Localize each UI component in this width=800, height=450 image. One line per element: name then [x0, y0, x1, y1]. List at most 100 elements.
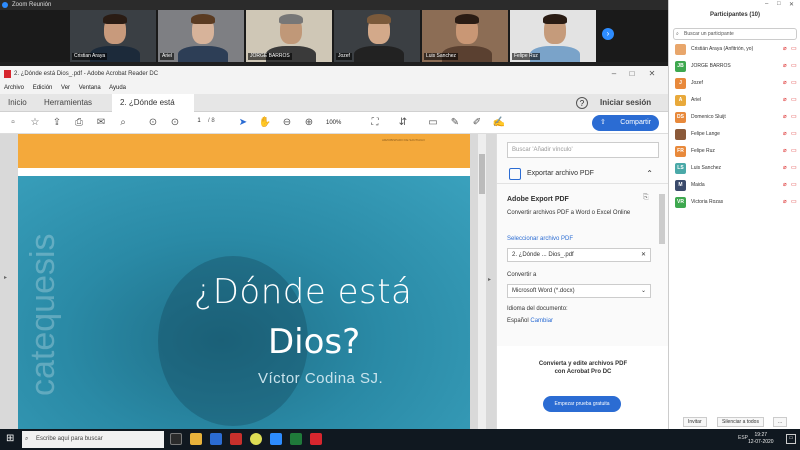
video-tile[interactable]: JORGE BARROS [246, 10, 332, 62]
camera-icon[interactable]: ▭ [791, 96, 797, 103]
right-pane-toggle-icon[interactable]: ▸ [488, 276, 491, 283]
left-pane-toggle-icon[interactable]: ▸ [4, 274, 7, 281]
camera-icon[interactable]: ▭ [791, 62, 797, 69]
camera-icon[interactable]: ▭ [791, 164, 797, 171]
participant-row[interactable]: LS Luis Sanchez ⌀ ▭ [675, 161, 799, 177]
hand-icon[interactable]: ✋ [258, 116, 272, 130]
draw-icon[interactable]: ✐ [470, 116, 484, 130]
app-icon[interactable] [230, 433, 242, 445]
start-trial-button[interactable]: Empezar prueba gratuita [543, 396, 621, 412]
video-tile[interactable]: Felipe Ruz [510, 10, 596, 62]
video-tile[interactable]: Jozef [334, 10, 420, 62]
mic-muted-icon[interactable]: ⌀ [783, 96, 787, 103]
mic-muted-icon[interactable]: ⌀ [783, 62, 787, 69]
minimize-icon[interactable]: – [604, 66, 624, 82]
chrome-icon[interactable] [250, 433, 262, 445]
mic-muted-icon[interactable]: ⌀ [783, 147, 787, 154]
save-icon[interactable]: ▫ [6, 116, 20, 130]
convert-format-select[interactable]: Microsoft Word (*.docx) ⌄ [507, 284, 651, 298]
menu-ver[interactable]: Ver [61, 85, 70, 91]
zoom-level-select[interactable]: 100% [322, 117, 354, 129]
menu-edicion[interactable]: Edición [33, 85, 53, 91]
clock[interactable]: 19:27 12-07-2020 [748, 432, 774, 446]
page-up-icon[interactable]: ⊙ [146, 116, 160, 130]
upload-icon[interactable]: ⇪ [50, 116, 64, 130]
help-icon[interactable]: ? [576, 97, 588, 109]
page-number-input[interactable]: 1 [192, 118, 206, 128]
participant-row[interactable]: M Maida ⌀ ▭ [675, 178, 799, 194]
camera-icon[interactable]: ▭ [791, 147, 797, 154]
participant-row[interactable]: FR Felipe Ruz ⌀ ▭ [675, 144, 799, 160]
windows-start-icon[interactable]: ⊞ [6, 433, 14, 444]
notifications-icon[interactable]: ▭ [786, 434, 796, 444]
camera-icon[interactable]: ▭ [791, 181, 797, 188]
participant-row[interactable]: J Jozef ⌀ ▭ [675, 76, 799, 92]
bookmark-star-icon[interactable]: ☆ [28, 116, 42, 130]
signin-link[interactable]: Iniciar sesión [600, 94, 651, 112]
invite-button[interactable]: Invitar [683, 417, 707, 427]
camera-icon[interactable]: ▭ [791, 130, 797, 137]
highlight-icon[interactable]: ✎ [448, 116, 462, 130]
print-icon[interactable]: ⎙ [72, 116, 86, 130]
video-tile[interactable]: Cristian Araya [70, 10, 156, 62]
change-language-link[interactable]: Cambiar [530, 318, 553, 324]
panel-search-input[interactable]: Buscar 'Añadir vínculo' [507, 142, 659, 158]
maximize-panel-icon[interactable]: □ [777, 1, 781, 7]
zoom-in-icon[interactable]: ⊕ [302, 116, 316, 130]
mic-muted-icon[interactable]: ⌀ [783, 130, 787, 137]
document-scrollbar[interactable] [478, 134, 486, 429]
fit-page-icon[interactable]: ⛶ [368, 116, 382, 130]
mute-all-button[interactable]: Silenciar a todos [717, 417, 764, 427]
participant-row[interactable]: Cristián Araya (Anfitrión, yo) ⌀ ▭ [675, 42, 799, 58]
next-page-icon[interactable]: › [602, 28, 614, 40]
participant-row[interactable]: VR Victoria Rozas ⌀ ▭ [675, 195, 799, 211]
camera-icon[interactable]: ▭ [791, 198, 797, 205]
video-tile[interactable]: Luis Sanchez [422, 10, 508, 62]
document-area[interactable]: ▸ ARZOBISPADO DE SANTIAGO ¿Dónde está Di… [0, 134, 496, 429]
tab-inicio[interactable]: Inicio [0, 94, 35, 112]
camera-icon[interactable]: ▭ [791, 113, 797, 120]
taskbar-search-input[interactable]: ⌕ Escribe aquí para buscar [22, 431, 164, 448]
more-button[interactable]: ... [773, 417, 788, 427]
menu-archivo[interactable]: Archivo [4, 85, 24, 91]
mic-muted-icon[interactable]: ⌀ [783, 113, 787, 120]
tab-document[interactable]: 2. ¿Dónde está Dio... ✕ [112, 94, 194, 125]
minimize-panel-icon[interactable]: – [765, 1, 768, 7]
camera-icon[interactable]: ▭ [791, 45, 797, 52]
comment-icon[interactable]: ▭ [426, 116, 440, 130]
chevron-up-icon[interactable]: ⌃ [646, 164, 653, 184]
mic-muted-icon[interactable]: ⌀ [783, 164, 787, 171]
search-icon[interactable]: ⌕ [116, 116, 130, 130]
mic-muted-icon[interactable]: ⌀ [783, 181, 787, 188]
excel-icon[interactable] [290, 433, 302, 445]
panel-scrollbar[interactable] [659, 194, 665, 244]
zoom-out-icon[interactable]: ⊖ [280, 116, 294, 130]
select-cursor-icon[interactable]: ➤ [236, 116, 250, 130]
participant-row[interactable]: Felipe Lange ⌀ ▭ [675, 127, 799, 143]
close-icon[interactable]: ✕ [642, 66, 662, 82]
share-button[interactable]: ⇧ Compartir [592, 115, 659, 131]
page-down-icon[interactable]: ⊙ [168, 116, 182, 130]
mail-icon[interactable]: ✉ [94, 116, 108, 130]
participant-row[interactable]: A Ariel ⌀ ▭ [675, 93, 799, 109]
maximize-icon[interactable]: □ [622, 66, 642, 82]
mic-muted-icon[interactable]: ⌀ [783, 198, 787, 205]
participant-row[interactable]: DS Domenico Sluijt ⌀ ▭ [675, 110, 799, 126]
acrobat-icon[interactable] [310, 433, 322, 445]
zoom-app-icon[interactable] [270, 433, 282, 445]
selected-file-field[interactable]: 2. ¿Dónde ... Dios_.pdf ✕ [507, 248, 651, 262]
scroll-thumb[interactable] [479, 154, 485, 194]
menu-ventana[interactable]: Ventana [79, 85, 101, 91]
task-view-icon[interactable] [170, 433, 182, 445]
language-indicator[interactable]: ESP [738, 435, 748, 441]
camera-icon[interactable]: ▭ [791, 79, 797, 86]
scroll-mode-icon[interactable]: ⇵ [396, 116, 410, 130]
video-tile[interactable]: Ariel [158, 10, 244, 62]
participant-row[interactable]: JB JORGE BARROS ⌀ ▭ [675, 59, 799, 75]
clear-file-icon[interactable]: ✕ [641, 249, 646, 261]
store-icon[interactable] [210, 433, 222, 445]
menu-ayuda[interactable]: Ayuda [109, 85, 126, 91]
sign-icon[interactable]: ✍ [492, 116, 506, 130]
mic-muted-icon[interactable]: ⌀ [783, 79, 787, 86]
mic-muted-icon[interactable]: ⌀ [783, 45, 787, 52]
